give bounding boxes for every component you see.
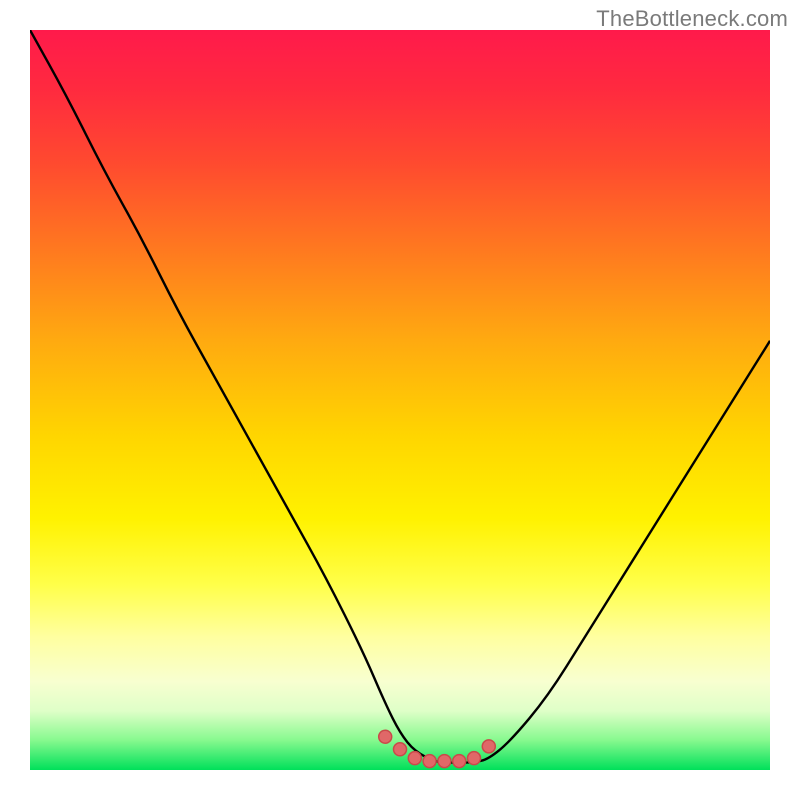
flat-bottom-marker [379,730,392,743]
flat-bottom-marker [438,755,451,768]
chart-svg [30,30,770,770]
flat-bottom-marker [423,755,436,768]
flat-bottom-marker [453,755,466,768]
plot-area [30,30,770,770]
flat-bottom-marker [394,743,407,756]
flat-bottom-marker [482,740,495,753]
flat-bottom-marker [408,752,421,765]
chart-container: TheBottleneck.com [0,0,800,800]
flat-bottom-marker [468,752,481,765]
bottleneck-curve [30,30,770,763]
watermark-text: TheBottleneck.com [596,6,788,32]
